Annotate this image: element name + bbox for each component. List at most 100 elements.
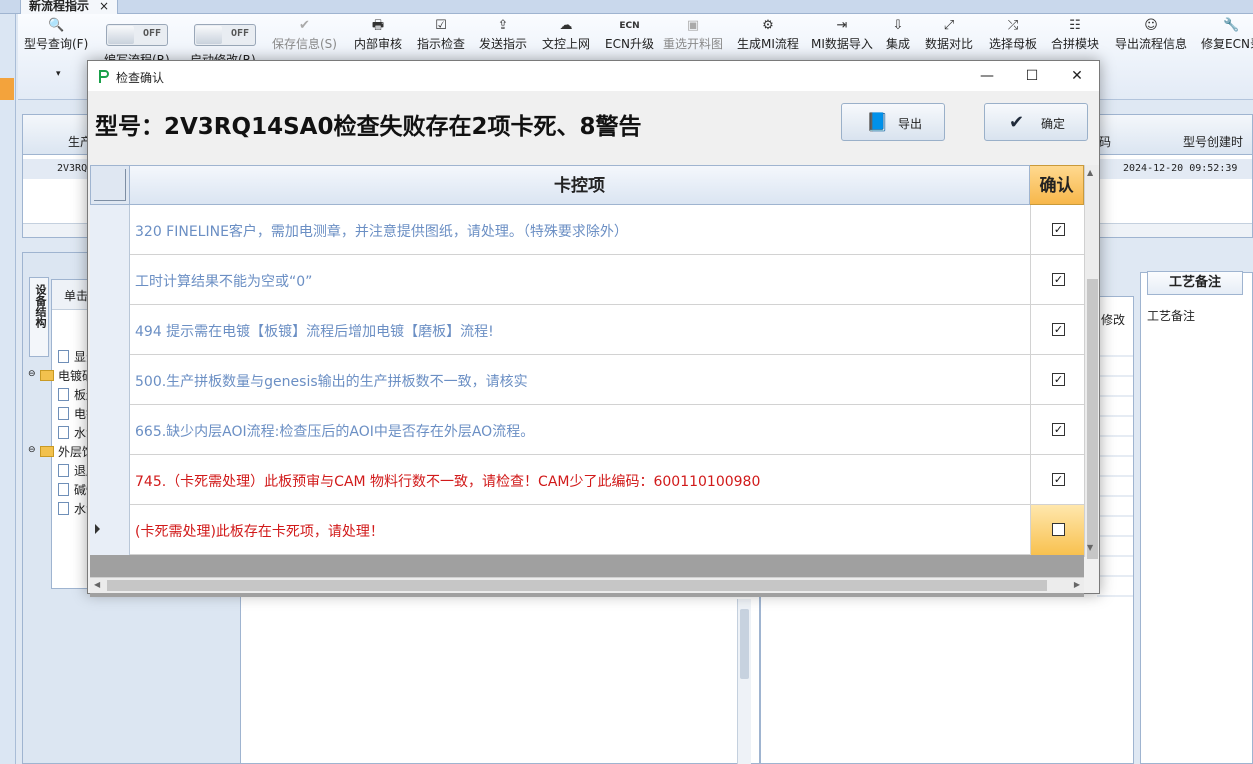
row-header[interactable] bbox=[90, 505, 130, 555]
upload-icon: ⇪ bbox=[497, 18, 509, 33]
tab-close-icon[interactable]: × bbox=[99, 0, 109, 13]
row-header[interactable] bbox=[90, 355, 130, 405]
repair-ecn-button[interactable]: 🔧修复ECN录 bbox=[1201, 16, 1253, 56]
table-row[interactable]: (卡死需处理)此板存在卡死项，请处理！ bbox=[90, 505, 1084, 555]
doc-control-online-button[interactable]: ☁ 文控上网 bbox=[542, 16, 590, 56]
check-grid-vscroll[interactable]: ▲ ▼ bbox=[1084, 165, 1099, 559]
confirm-checkbox[interactable]: ✓ bbox=[1052, 373, 1065, 386]
merge-module-button[interactable]: ☷ 合拼模块 bbox=[1051, 16, 1099, 56]
model-query-button[interactable]: 🔍 型号查询(F) bbox=[24, 16, 88, 56]
document-icon bbox=[58, 483, 69, 496]
table-row[interactable]: 500.生产拼板数量与genesis输出的生产拼板数不一致，请核实 ✓ bbox=[90, 355, 1084, 405]
app-logo-icon bbox=[99, 70, 109, 83]
book-icon: 📘 bbox=[866, 112, 889, 133]
folder-icon bbox=[40, 370, 54, 381]
export-button[interactable]: 📘 导出 bbox=[841, 103, 945, 141]
row-header[interactable] bbox=[90, 455, 130, 505]
confirm-checkbox[interactable]: ✓ bbox=[1052, 223, 1065, 236]
table-row[interactable]: 320 FINELINE客户，需加电测章，并注意提供图纸，请处理。（特殊要求除外… bbox=[90, 205, 1084, 255]
confirm-checkbox[interactable]: ✓ bbox=[1052, 473, 1065, 486]
tab-title: 新流程指示 bbox=[29, 0, 90, 13]
check-item-text: 工时计算结果不能为空或“0” bbox=[135, 274, 313, 290]
data-compare-button[interactable]: ⤢ 数据对比 bbox=[925, 16, 973, 56]
list-icon: ☷ bbox=[1069, 18, 1081, 33]
document-icon bbox=[58, 350, 69, 363]
smiley-icon: ☺ bbox=[1144, 18, 1158, 33]
ecn-icon: ECN bbox=[619, 21, 640, 31]
row-header[interactable] bbox=[90, 255, 130, 305]
maximize-button[interactable]: ☐ bbox=[1009, 61, 1055, 91]
check-item-text: 500.生产拼板数量与genesis输出的生产拼板数不一致，请核实 bbox=[135, 374, 528, 390]
dialog-header: 型号：2V3RQ14SA0检查失败存在2项卡死、8警告 📘 导出 ✔ 确定 bbox=[88, 91, 1099, 165]
table-row[interactable]: 工时计算结果不能为空或“0” ✓ bbox=[90, 255, 1084, 305]
select-motherboard-button[interactable]: ⤮ 选择母板 bbox=[989, 16, 1037, 56]
confirm-button[interactable]: ✔ 确定 bbox=[984, 103, 1088, 141]
check-item-text: 745.（卡死需处理）此板预审与CAM 物料行数不一致，请检查！CAM少了此编码… bbox=[135, 474, 761, 490]
check-item-text: 320 FINELINE客户，需加电测章，并注意提供图纸，请处理。（特殊要求除外… bbox=[135, 224, 628, 240]
ecn-upgrade-button[interactable]: ECN ECN升级 bbox=[605, 16, 654, 56]
confirm-cell: ✓ bbox=[1030, 255, 1084, 305]
check-confirm-dialog: 检查确认 — ☐ ✕ 型号：2V3RQ14SA0检查失败存在2项卡死、8警告 📘… bbox=[87, 60, 1100, 597]
checkmark-icon: ✔ bbox=[1009, 112, 1025, 133]
send-instruction-button[interactable]: ⇪ 发送指示 bbox=[479, 16, 527, 56]
document-icon bbox=[58, 407, 69, 420]
table-row[interactable]: 494 提示需在电镀【板镀】流程后增加电镀【磨板】流程! ✓ bbox=[90, 305, 1084, 355]
device-structure-tab[interactable]: 设备结构 bbox=[29, 277, 49, 357]
start-modify-toggle[interactable]: OFF bbox=[194, 24, 256, 46]
generate-mi-process-button[interactable]: ⚙ 生成MI流程 bbox=[737, 16, 799, 56]
reselect-cutting-button[interactable]: ▣ 重选开料图 bbox=[663, 16, 723, 56]
export-process-info-button[interactable]: ☺ 导出流程信息 bbox=[1115, 16, 1187, 56]
internal-review-button[interactable]: 🖶 内部审核 bbox=[354, 16, 402, 56]
image-icon: ▣ bbox=[686, 18, 700, 33]
col-code[interactable]: 码 bbox=[1099, 133, 1111, 150]
ribbon-dropdown-arrow[interactable]: ▾ bbox=[56, 69, 61, 79]
col-confirm[interactable]: 确认 bbox=[1030, 165, 1084, 205]
tab-process-note[interactable]: 工艺备注 bbox=[1147, 271, 1243, 295]
folder-icon bbox=[40, 446, 54, 457]
confirm-cell: ✓ bbox=[1030, 405, 1084, 455]
printer-icon: 🖶 bbox=[371, 18, 385, 33]
compare-icon: ⤢ bbox=[943, 18, 955, 33]
confirm-cell: ✓ bbox=[1030, 355, 1084, 405]
row-header[interactable] bbox=[90, 305, 130, 355]
row-header[interactable] bbox=[90, 405, 130, 455]
process-tree-vscroll[interactable] bbox=[737, 599, 751, 764]
import-icon: ⇥ bbox=[836, 18, 848, 33]
tab-new-process[interactable]: 新流程指示 × bbox=[20, 0, 119, 14]
cloud-icon: ☁ bbox=[559, 18, 573, 33]
check-item-text: (卡死需处理)此板存在卡死项，请处理！ bbox=[135, 524, 384, 540]
expand-icon[interactable]: ⊖ bbox=[28, 445, 36, 455]
detail-rows bbox=[1097, 337, 1133, 597]
confirm-checkbox[interactable]: ✓ bbox=[1052, 273, 1065, 286]
minimize-button[interactable]: — bbox=[964, 61, 1010, 91]
write-process-toggle[interactable]: OFF bbox=[106, 24, 168, 46]
confirm-checkbox[interactable]: ✓ bbox=[1052, 423, 1065, 436]
document-icon bbox=[58, 464, 69, 477]
integrate-button[interactable]: ⇩ 集成 bbox=[886, 16, 910, 56]
check-grid-header: 卡控项 确认 bbox=[90, 165, 1084, 205]
instruction-check-button[interactable]: ☑ 指示检查 bbox=[417, 16, 465, 56]
row-created-time: 2024-12-20 09:52:39 bbox=[1123, 163, 1238, 174]
dialog-titlebar: 检查确认 — ☐ ✕ bbox=[88, 61, 1099, 91]
confirm-checkbox[interactable] bbox=[1052, 523, 1065, 536]
confirm-checkbox[interactable]: ✓ bbox=[1052, 323, 1065, 336]
confirm-cell bbox=[1030, 505, 1084, 555]
col-check-item[interactable]: 卡控项 bbox=[130, 165, 1030, 205]
table-row[interactable]: 745.（卡死需处理）此板预审与CAM 物料行数不一致，请检查！CAM少了此编码… bbox=[90, 455, 1084, 505]
confirm-cell: ✓ bbox=[1030, 205, 1084, 255]
select-all-corner[interactable] bbox=[90, 165, 130, 205]
table-row[interactable]: 665.缺少内层AOI流程:检查压后的AOI中是否存在外层AO流程。 ✓ bbox=[90, 405, 1084, 455]
document-icon bbox=[58, 388, 69, 401]
row-header[interactable] bbox=[90, 205, 130, 255]
check-grid-hscroll[interactable]: ◀ ▶ bbox=[90, 577, 1084, 593]
document-tabstrip: 新流程指示 × bbox=[0, 0, 1253, 14]
download-icon: ⇩ bbox=[892, 18, 904, 33]
side-accent bbox=[0, 78, 14, 100]
expand-icon[interactable]: ⊖ bbox=[28, 369, 36, 379]
close-button[interactable]: ✕ bbox=[1054, 61, 1100, 91]
col-created[interactable]: 型号创建时 bbox=[1183, 133, 1243, 150]
check-item-text: 665.缺少内层AOI流程:检查压后的AOI中是否存在外层AO流程。 bbox=[135, 424, 535, 440]
save-info-button[interactable]: ✔ 保存信息(S) bbox=[272, 16, 337, 56]
mi-data-import-button[interactable]: ⇥ MI数据导入 bbox=[811, 16, 873, 56]
modify-column-header: 修改 bbox=[1100, 313, 1125, 327]
